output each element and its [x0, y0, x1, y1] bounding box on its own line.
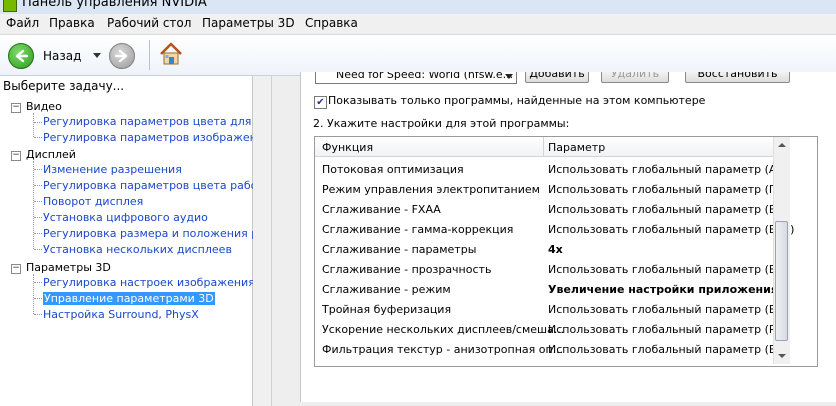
tree-item-video-image[interactable]: Регулировка параметров изображения д: [43, 131, 282, 144]
collapse-3d-settings-icon[interactable]: −: [11, 264, 21, 274]
feature-cell: Потоковая оптимизация: [322, 163, 464, 176]
remove-button: Удалить: [601, 72, 669, 83]
title-bar: Панель управления NVIDIA: [0, 0, 836, 14]
arrow-left-icon: [15, 49, 29, 63]
table-row[interactable]: Ускорение нескольких дисплеев/смеша... И…: [315, 320, 786, 340]
table-row[interactable]: Сглаживание - режим Увеличение настройки…: [315, 280, 778, 300]
forward-button[interactable]: [109, 43, 135, 69]
setting-cell[interactable]: Увеличение настройки приложения: [548, 283, 778, 296]
setting-cell[interactable]: Использовать глобальный параметр (Вкл): [548, 223, 794, 236]
feature-cell: Режим управления электропитанием: [322, 183, 540, 196]
back-label[interactable]: Назад: [43, 49, 81, 63]
setting-cell[interactable]: Использовать глобальный параметр (А...: [548, 163, 787, 176]
setting-cell[interactable]: Использовать глобальный параметр (В...: [548, 303, 787, 316]
setting-cell[interactable]: Использовать глобальный параметр (В...: [548, 343, 787, 356]
setting-cell[interactable]: Использовать глобальный параметр (Р...: [548, 323, 786, 336]
selected-program: Need for Speed: World (nfsw.e...: [336, 72, 514, 81]
show-only-found-label[interactable]: Показывать только программы, найденные н…: [328, 94, 705, 107]
add-button[interactable]: Добавить: [525, 72, 589, 83]
menu-3d-settings[interactable]: Параметры 3D: [202, 16, 295, 30]
arrow-right-icon: [114, 49, 128, 63]
tree-item-manage-3d-settings[interactable]: Управление параметрами 3D: [43, 292, 215, 305]
column-header-setting[interactable]: Параметр: [548, 141, 605, 154]
tree-item-multiple-displays[interactable]: Установка нескольких дисплеев: [43, 243, 232, 256]
restore-button[interactable]: Восстановить: [685, 72, 790, 83]
table-row[interactable]: Фильтрация текстур - анизотропная оп... …: [315, 340, 787, 360]
content-pane: Need for Speed: World (nfsw.e... Добавит…: [271, 72, 836, 406]
pane-splitter[interactable]: [253, 76, 271, 406]
program-settings-panel: Need for Speed: World (nfsw.e... Добавит…: [300, 72, 836, 402]
category-display[interactable]: Дисплей: [26, 148, 76, 161]
nvidia-app-icon: [3, 0, 17, 12]
menu-help[interactable]: Справка: [305, 16, 358, 30]
menu-edit[interactable]: Правка: [49, 16, 95, 30]
tree-item-change-resolution[interactable]: Изменение разрешения: [43, 163, 182, 176]
setting-cell[interactable]: Использовать глобальный параметр (П...: [548, 183, 788, 196]
back-button[interactable]: [8, 43, 34, 69]
setting-cell[interactable]: Использовать глобальный параметр (В...: [548, 263, 787, 276]
scroll-down-icon[interactable]: [774, 348, 790, 364]
feature-cell: Сглаживание - режим: [322, 283, 451, 296]
menu-desktop[interactable]: Рабочий стол: [107, 16, 191, 30]
category-video[interactable]: Видео: [26, 100, 62, 113]
feature-cell: Сглаживание - FXAA: [322, 203, 441, 216]
table-row[interactable]: Сглаживание - FXAA Использовать глобальн…: [315, 200, 787, 220]
menu-bar: Файл Правка Рабочий стол Параметры 3D Сп…: [0, 14, 836, 35]
setting-cell[interactable]: Использовать глобальный параметр (В...: [548, 203, 787, 216]
settings-grid: Функция Параметр Потоковая оптимизация И…: [314, 136, 818, 367]
collapse-video-icon[interactable]: −: [11, 103, 21, 113]
table-row[interactable]: Режим управления электропитанием Использ…: [315, 180, 788, 200]
toolbar: Назад: [0, 35, 836, 76]
tree-item-digital-audio[interactable]: Установка цифрового аудио: [43, 211, 208, 224]
feature-cell: Тройная буферизация: [322, 303, 452, 316]
table-row[interactable]: Сглаживание - гамма-коррекция Использова…: [315, 220, 794, 240]
program-select[interactable]: Need for Speed: World (nfsw.e...: [315, 72, 517, 84]
feature-cell: Сглаживание - гамма-коррекция: [322, 223, 514, 236]
window-title: Панель управления NVIDIA: [22, 0, 207, 10]
feature-cell: Ускорение нескольких дисплеев/смеша...: [322, 323, 565, 336]
grid-scrollbar[interactable]: [773, 137, 790, 364]
feature-cell: Сглаживание - прозрачность: [322, 263, 492, 276]
menu-file[interactable]: Файл: [6, 16, 39, 30]
table-row[interactable]: Потоковая оптимизация Использовать глоба…: [315, 160, 787, 180]
table-row[interactable]: Сглаживание - параметры 4x: [315, 240, 773, 260]
category-3d-settings[interactable]: Параметры 3D: [26, 261, 111, 274]
feature-cell: Фильтрация текстур - анизотропная оп...: [322, 343, 564, 356]
feature-cell: Сглаживание - параметры: [322, 243, 477, 256]
scroll-up-icon[interactable]: [774, 137, 790, 153]
home-icon[interactable]: [158, 41, 184, 67]
tree-item-desktop-size[interactable]: Регулировка размера и положения рабо: [43, 227, 279, 240]
tree-item-desktop-color[interactable]: Регулировка параметров цвета рабочег: [43, 179, 276, 192]
show-only-found-checkbox[interactable]: ✔: [314, 96, 327, 109]
tree-item-image-settings-preview[interactable]: Регулировка настроек изображения с пр: [43, 276, 282, 289]
tree-item-surround-physx[interactable]: Настройка Surround, PhysX: [43, 308, 199, 321]
step2-label: 2. Укажите настройки для этой программы:: [313, 117, 570, 130]
collapse-display-icon[interactable]: −: [11, 151, 21, 161]
history-dropdown-icon[interactable]: [93, 53, 101, 58]
grid-header: Функция Параметр: [315, 137, 773, 157]
toolbar-separator: [149, 40, 150, 70]
setting-cell[interactable]: 4x: [548, 243, 563, 256]
task-pane-title: Выберите задачу...: [3, 79, 125, 93]
column-header-feature[interactable]: Функция: [322, 141, 373, 154]
table-row[interactable]: Сглаживание - прозрачность Использовать …: [315, 260, 787, 280]
tree-item-video-color[interactable]: Регулировка параметров цвета для вид: [43, 115, 276, 128]
chevron-down-icon: [505, 74, 513, 79]
task-tree-pane: Выберите задачу... − Видео Регулировка п…: [0, 76, 282, 406]
tree-item-rotate-display[interactable]: Поворот дисплея: [43, 195, 143, 208]
scroll-thumb[interactable]: [775, 221, 788, 341]
table-row[interactable]: Тройная буферизация Использовать глобаль…: [315, 300, 787, 320]
